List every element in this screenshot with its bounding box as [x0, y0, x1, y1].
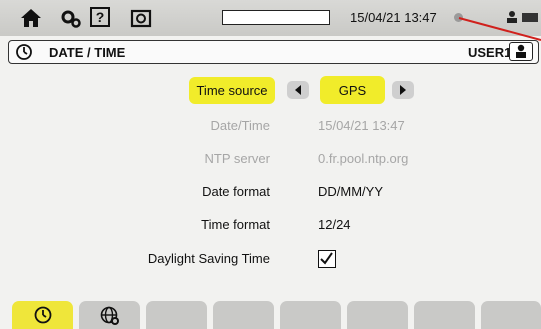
date-time-value: 15/04/21 13:47: [318, 118, 405, 133]
page-title: DATE / TIME: [49, 45, 126, 60]
ntp-server-value: 0.fr.pool.ntp.org: [318, 151, 409, 166]
tab-empty-6: [347, 301, 408, 329]
tab-empty-4: [213, 301, 274, 329]
tab-empty-7: [414, 301, 475, 329]
time-source-next-button[interactable]: [392, 81, 414, 99]
checkmark-icon: [320, 252, 333, 265]
tab-network[interactable]: [79, 301, 140, 329]
date-format-value[interactable]: DD/MM/YY: [318, 184, 383, 199]
globe-icon: [100, 306, 119, 325]
tab-empty-8: [481, 301, 541, 329]
time-source-label-text: Time source: [196, 83, 268, 98]
arrow-right-icon: [400, 85, 406, 95]
time-format-label: Time format: [201, 217, 270, 232]
daylight-saving-checkbox[interactable]: [318, 250, 336, 268]
time-source-value[interactable]: GPS: [320, 76, 385, 104]
date-time-label: Date/Time: [210, 118, 270, 133]
ntp-server-label: NTP server: [204, 151, 271, 166]
clock-icon: [16, 44, 32, 60]
tab-date-time[interactable]: [12, 301, 73, 329]
page-header: DATE / TIME USER1: [8, 40, 539, 64]
time-format-value[interactable]: 12/24: [318, 217, 351, 232]
user-button[interactable]: [509, 42, 533, 61]
arrow-left-icon: [295, 85, 301, 95]
date-format-label: Date format: [202, 184, 270, 199]
clock-icon: [34, 306, 51, 324]
daylight-saving-label: Daylight Saving Time: [147, 251, 270, 266]
time-source-label[interactable]: Time source: [189, 77, 275, 104]
time-source-value-text: GPS: [338, 82, 367, 98]
user-name: USER1: [468, 45, 512, 60]
user-icon: [516, 44, 526, 58]
time-source-prev-button[interactable]: [287, 81, 309, 99]
tab-empty-5: [280, 301, 341, 329]
tab-empty-3: [146, 301, 207, 329]
